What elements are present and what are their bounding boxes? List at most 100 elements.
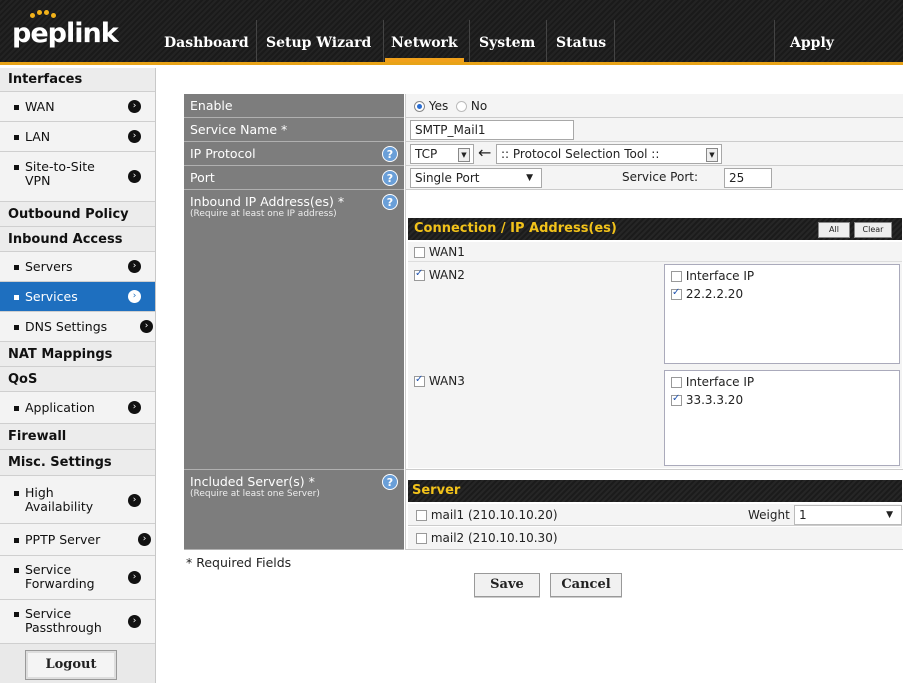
weight-select[interactable]: 1 ▼ bbox=[794, 505, 902, 525]
port-mode-select[interactable]: Single Port ▼ bbox=[410, 168, 542, 188]
sidebar-item-site-to-site-vpn[interactable]: Site-to-Site VPN › bbox=[0, 152, 155, 202]
sidebar-item-label: Servers bbox=[25, 259, 73, 274]
connection-header: Connection / IP Address(es) All Clear bbox=[408, 218, 902, 240]
dropdown-arrow-icon: ▼ bbox=[458, 148, 470, 162]
chevron-right-icon: › bbox=[128, 615, 141, 628]
nav-status[interactable]: Status bbox=[556, 0, 606, 62]
all-button[interactable]: All bbox=[818, 222, 850, 238]
sidebar-item-label-line2: Passthrough bbox=[25, 620, 102, 635]
sidebar-item-services[interactable]: Services › bbox=[0, 282, 155, 312]
apply-changes-button[interactable]: Apply Changes bbox=[790, 0, 903, 137]
nav-network[interactable]: Network bbox=[385, 0, 464, 62]
service-name-label: Service Name * bbox=[184, 118, 404, 142]
nav-divider bbox=[614, 20, 615, 62]
service-port-label: Service Port: bbox=[622, 170, 698, 184]
help-icon[interactable]: ? bbox=[382, 170, 398, 186]
wan2-option: WAN2 bbox=[414, 268, 465, 282]
help-icon[interactable]: ? bbox=[382, 146, 398, 162]
sidebar-header-misc-settings[interactable]: Misc. Settings bbox=[0, 450, 155, 476]
inbound-ip-note: (Require at least one IP address) bbox=[190, 209, 337, 219]
save-button[interactable]: Save bbox=[474, 573, 540, 597]
sidebar-header-qos[interactable]: QoS bbox=[0, 367, 155, 392]
wan2-ip-label: 22.2.2.20 bbox=[685, 287, 744, 301]
wan2-ip-checkbox[interactable] bbox=[671, 287, 682, 300]
sidebar-header-outbound-policy[interactable]: Outbound Policy bbox=[0, 202, 155, 227]
wan3-interface-ip-checkbox[interactable] bbox=[671, 377, 682, 388]
protocol-select-value: TCP bbox=[415, 147, 438, 161]
included-servers-cell: Server mail1 (210.10.10.20) Weight 1 ▼ m… bbox=[405, 470, 903, 550]
server-mail1-checkbox[interactable] bbox=[416, 510, 427, 521]
sidebar-item-lan[interactable]: LAN › bbox=[0, 122, 155, 152]
server-mail1-label: mail1 (210.10.10.20) bbox=[430, 508, 558, 522]
included-row-label: Included Server(s) * (Require at least o… bbox=[184, 470, 404, 550]
service-port-input[interactable]: 25 bbox=[724, 168, 772, 188]
sidebar-item-application[interactable]: Application › bbox=[0, 392, 155, 424]
sidebar-item-wan[interactable]: WAN › bbox=[0, 92, 155, 122]
chevron-right-icon: › bbox=[128, 401, 141, 414]
nav-divider bbox=[256, 20, 257, 62]
sidebar-item-dns-settings[interactable]: DNS Settings › bbox=[0, 312, 155, 342]
sidebar-item-service-passthrough[interactable]: Service Passthrough › bbox=[0, 600, 155, 644]
port-mode-value: Single Port bbox=[415, 171, 480, 185]
wan2-checkbox[interactable] bbox=[414, 268, 425, 281]
chevron-right-icon: › bbox=[128, 571, 141, 584]
wan3-checkbox[interactable] bbox=[414, 374, 425, 387]
chevron-right-icon: › bbox=[128, 130, 141, 143]
logout-button[interactable]: Logout bbox=[25, 650, 117, 680]
bullet-icon bbox=[14, 265, 19, 270]
bullet-icon bbox=[14, 406, 19, 411]
sidebar-item-high-availability[interactable]: High Availability › bbox=[0, 476, 155, 524]
clear-button[interactable]: Clear bbox=[854, 222, 892, 238]
ip-protocol-label: IP Protocol bbox=[190, 146, 256, 161]
nav-setup-wizard[interactable]: Setup Wizard bbox=[266, 0, 371, 62]
server-mail2-checkbox[interactable] bbox=[416, 533, 427, 544]
sidebar-item-label: Services bbox=[25, 289, 78, 304]
wan2-ip-box: Interface IP 22.2.2.20 bbox=[664, 264, 900, 364]
wan3-ip-option: 33.3.3.20 bbox=[671, 393, 893, 407]
server-header: Server bbox=[408, 480, 902, 502]
bullet-icon bbox=[14, 295, 19, 300]
service-name-cell: SMTP_Mail1 bbox=[405, 118, 903, 142]
wan2-label: WAN2 bbox=[428, 268, 465, 282]
chevron-right-icon: › bbox=[128, 260, 141, 273]
bullet-icon bbox=[14, 325, 19, 330]
sidebar-header-interfaces[interactable]: Interfaces bbox=[0, 68, 155, 92]
protocol-tool-select[interactable]: :: Protocol Selection Tool :: ▼ bbox=[496, 144, 722, 164]
sidebar-item-pptp-server[interactable]: PPTP Server › bbox=[0, 524, 155, 556]
included-servers-note: (Require at least one Server) bbox=[190, 489, 320, 499]
sidebar-header-nat-mappings[interactable]: NAT Mappings bbox=[0, 342, 155, 367]
wan2-interface-ip-checkbox[interactable] bbox=[671, 271, 682, 282]
sidebar-item-servers[interactable]: Servers › bbox=[0, 252, 155, 282]
sidebar-item-label-line2: VPN bbox=[25, 173, 51, 188]
peplink-logo: peplink bbox=[10, 10, 130, 50]
sidebar-header-inbound-access[interactable]: Inbound Access bbox=[0, 227, 155, 252]
wan1-checkbox[interactable] bbox=[414, 247, 425, 258]
sidebar-item-label: LAN bbox=[25, 129, 51, 144]
sidebar-header-firewall[interactable]: Firewall bbox=[0, 424, 155, 450]
sidebar-item-label: Service bbox=[25, 606, 72, 621]
service-name-input[interactable]: SMTP_Mail1 bbox=[410, 120, 574, 140]
enable-value-cell: Yes No bbox=[405, 94, 903, 118]
dropdown-caret-icon: ▼ bbox=[526, 173, 533, 183]
protocol-select[interactable]: TCP ▼ bbox=[410, 144, 474, 164]
cancel-button[interactable]: Cancel bbox=[550, 573, 622, 597]
bullet-icon bbox=[14, 165, 19, 170]
sidebar-item-label-line2: Availability bbox=[25, 499, 94, 514]
nav-system[interactable]: System bbox=[479, 0, 535, 62]
enable-no-radio[interactable] bbox=[456, 101, 468, 112]
enable-yes-radio[interactable] bbox=[414, 101, 425, 112]
weight-label: Weight bbox=[748, 508, 790, 522]
top-navigation-bar: peplink Dashboard Setup Wizard Network S… bbox=[0, 0, 903, 137]
port-label: Port bbox=[190, 170, 215, 185]
help-icon[interactable]: ? bbox=[382, 194, 398, 210]
sidebar-item-label: Application bbox=[25, 400, 95, 415]
wan2-ip-option: 22.2.2.20 bbox=[671, 287, 893, 301]
logo-wordmark: peplink bbox=[12, 18, 119, 49]
help-icon[interactable]: ? bbox=[382, 474, 398, 490]
chevron-right-icon: › bbox=[128, 170, 141, 183]
nav-divider bbox=[546, 20, 547, 62]
wan3-ip-checkbox[interactable] bbox=[671, 393, 682, 406]
nav-dashboard[interactable]: Dashboard bbox=[164, 0, 249, 62]
sidebar-item-service-forwarding[interactable]: Service Forwarding › bbox=[0, 556, 155, 600]
server-row: mail1 (210.10.10.20) Weight 1 ▼ bbox=[408, 504, 902, 526]
